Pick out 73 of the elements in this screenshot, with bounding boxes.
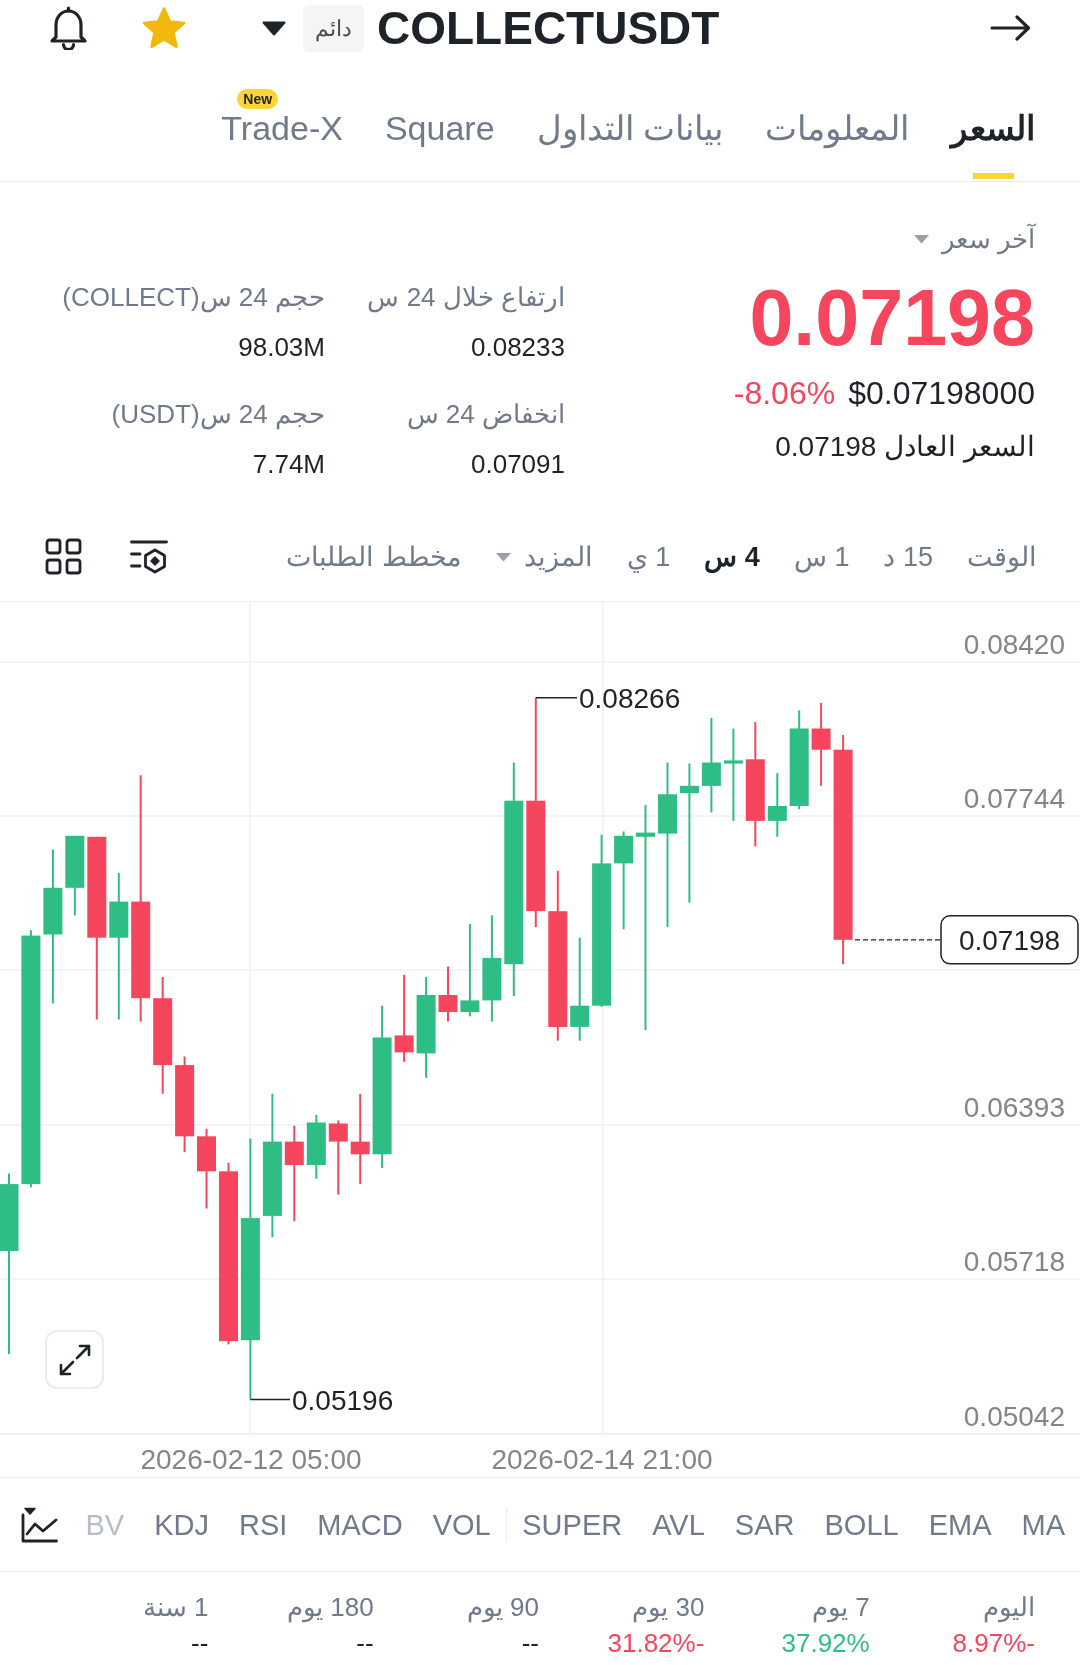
- expand-icon: [58, 1343, 91, 1376]
- period-change: --: [191, 1627, 209, 1660]
- star-icon[interactable]: [141, 6, 187, 50]
- timeframe-tab[interactable]: 1 ي: [626, 538, 671, 575]
- time-axis-label: 2026-02-12 05:00: [140, 1444, 362, 1475]
- period-change: --: [521, 1627, 539, 1660]
- indicator-tab[interactable]: KDJ: [154, 1506, 209, 1543]
- grid-icon[interactable]: [45, 538, 82, 575]
- time-axis-label: 2026-02-14 21:00: [491, 1444, 713, 1475]
- indicator-tab[interactable]: SUPER: [522, 1506, 623, 1543]
- period-change: 37.92%: [781, 1627, 870, 1660]
- tab[interactable]: Square: [384, 110, 495, 146]
- stat-label: حجم 24 س(USDT): [111, 398, 325, 432]
- leader-line: [535, 696, 578, 699]
- timeframe-tab[interactable]: مخطط الطلبات: [286, 538, 461, 575]
- leader-line: [249, 1398, 291, 1401]
- right-arrow-icon[interactable]: [990, 15, 1031, 41]
- stat-value: 0.07091: [471, 448, 565, 481]
- expand-button[interactable]: [45, 1330, 104, 1389]
- stat-label: حجم 24 س(COLLECT): [62, 281, 325, 315]
- usd-price: $0.07198000: [848, 374, 1035, 413]
- tab[interactable]: Trade-X: [221, 110, 343, 146]
- high-price-label: 0.08266: [579, 682, 681, 714]
- caret-icon: [494, 551, 512, 562]
- indicator-tab[interactable]: BOLL: [824, 1506, 899, 1543]
- price-axis-label: 0.05042: [963, 1401, 1065, 1432]
- contract-type-tag: دائم: [303, 4, 364, 52]
- last-price: 0.07198: [749, 274, 1035, 362]
- caret-icon[interactable]: [262, 20, 286, 36]
- period-label: اليوم: [983, 1591, 1035, 1624]
- new-tag: New: [237, 89, 279, 109]
- price-type-dropdown[interactable]: آخر سعر: [912, 221, 1035, 257]
- low-price-label: 0.05196: [292, 1384, 394, 1416]
- timeframe-tab[interactable]: 15 د: [883, 538, 933, 575]
- period-change: 31.82%-: [607, 1627, 705, 1660]
- tab[interactable]: السعر: [951, 110, 1035, 179]
- line-chart-icon[interactable]: [21, 1506, 58, 1543]
- stat-value: 98.03M: [238, 331, 325, 364]
- stat-value: 7.74M: [252, 448, 325, 481]
- timeframe-tab[interactable]: الوقت: [967, 538, 1037, 575]
- timeframe-tab[interactable]: 4 س: [704, 538, 760, 575]
- indicator-tab[interactable]: RSI: [239, 1506, 288, 1543]
- last-price-tag: 0.07198: [940, 915, 1079, 965]
- price-axis-label: 0.06393: [963, 1092, 1065, 1123]
- fair-price: السعر العادل 0.07198: [775, 430, 1035, 465]
- stat-label: ارتفاع خلال 24 س: [367, 281, 565, 315]
- period-label: 90 يوم: [466, 1591, 539, 1624]
- indicator-tab[interactable]: EMA: [928, 1506, 992, 1543]
- indicator-tab[interactable]: VOL: [432, 1506, 491, 1543]
- period-change: --: [356, 1627, 374, 1660]
- indicator-tab[interactable]: MA: [1021, 1506, 1065, 1543]
- indicator-tab[interactable]: SAR: [734, 1506, 795, 1543]
- caret-icon: [912, 234, 930, 244]
- period-label: 30 يوم: [632, 1591, 705, 1624]
- pair-title: COLLECTUSDT: [377, 2, 720, 54]
- timeframe-tab[interactable]: 1 س: [793, 538, 850, 575]
- price-change: -8.06%: [733, 374, 836, 413]
- stat-value: 0.08233: [471, 331, 565, 364]
- candlestick: [767, 772, 787, 838]
- timeframe-tab[interactable]: المزيد: [494, 538, 593, 575]
- hexagon-lines-icon[interactable]: [130, 538, 168, 575]
- candlestick: [438, 965, 458, 1023]
- period-label: 180 يوم: [287, 1591, 374, 1624]
- price-axis-label: 0.07744: [963, 783, 1065, 814]
- period-label: 1 سنة: [142, 1591, 209, 1624]
- period-label: 7 يوم: [811, 1591, 870, 1624]
- indicator-tab[interactable]: AVL: [652, 1506, 705, 1543]
- period-change: 8.97%-: [952, 1627, 1035, 1660]
- stat-label: انخفاض 24 س: [406, 398, 565, 432]
- indicator-tab[interactable]: MACD: [317, 1506, 403, 1543]
- price-axis-label: 0.05718: [963, 1246, 1065, 1277]
- candlestick: [306, 1114, 326, 1180]
- price-axis-label: 0.08420: [963, 629, 1065, 660]
